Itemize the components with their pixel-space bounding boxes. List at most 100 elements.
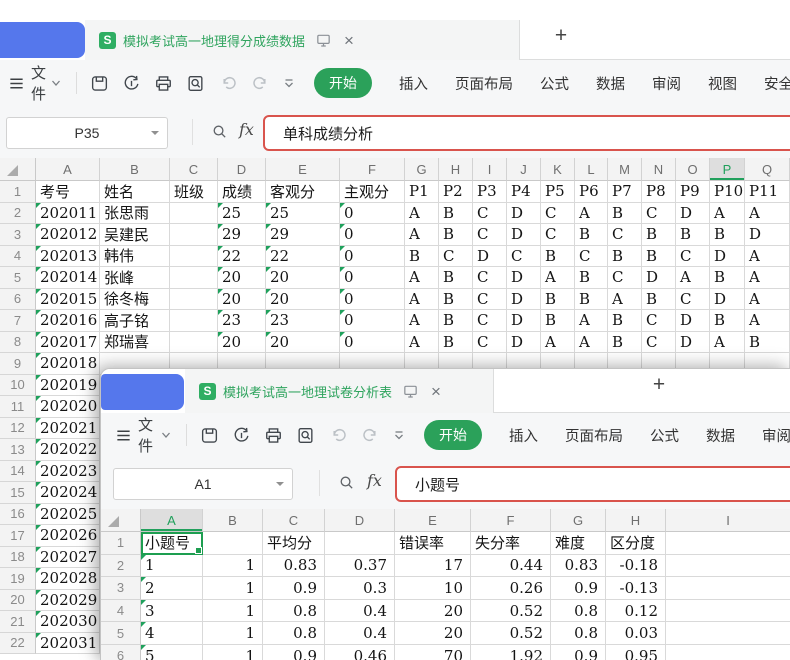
cell-C2[interactable]: 0.83 — [263, 555, 325, 578]
cell-B6[interactable]: 徐冬梅 — [100, 289, 170, 311]
row-header-16[interactable]: 16 — [0, 504, 36, 526]
hamburger-menu-icon[interactable] — [8, 75, 25, 92]
cell-G1[interactable]: 难度 — [551, 532, 606, 555]
cell-H1[interactable]: P2 — [439, 181, 473, 203]
cell-E2[interactable]: 17 — [395, 555, 471, 578]
cell-I4[interactable] — [666, 600, 790, 623]
cell-D6[interactable]: 0.46 — [325, 645, 395, 660]
column-header-Q[interactable]: Q — [745, 158, 790, 181]
cell-G4[interactable]: 0.8 — [551, 600, 606, 623]
cell-M6[interactable]: A — [608, 289, 642, 311]
column-header-K[interactable]: K — [541, 158, 575, 181]
fx-icon[interactable]: fx — [239, 120, 254, 139]
cell-F5[interactable]: 0.52 — [471, 622, 551, 645]
search-icon[interactable] — [338, 474, 355, 496]
cell-B6[interactable]: 1 — [203, 645, 263, 660]
cell-L8[interactable]: A — [575, 332, 608, 354]
cell-O2[interactable]: D — [676, 203, 710, 225]
ribbon-tab-数据[interactable]: 数据 — [706, 425, 735, 446]
cell-G5[interactable]: 0.8 — [551, 622, 606, 645]
cell-A19[interactable]: 202028 — [36, 568, 100, 590]
cell-F4[interactable]: 0.52 — [471, 600, 551, 623]
cell-H4[interactable]: 0.12 — [606, 600, 666, 623]
name-box[interactable]: P35 — [6, 117, 168, 149]
ribbon-tab-页面布局[interactable]: 页面布局 — [455, 73, 513, 94]
cell-P4[interactable]: D — [710, 246, 745, 268]
cell-K3[interactable]: C — [541, 224, 575, 246]
close-icon[interactable]: × — [431, 383, 441, 400]
cell-M7[interactable]: B — [608, 310, 642, 332]
column-header-F[interactable]: F — [471, 509, 551, 532]
cell-H3[interactable]: -0.13 — [606, 577, 666, 600]
cell-H6[interactable]: B — [439, 289, 473, 311]
cell-D2[interactable]: 0.37 — [325, 555, 395, 578]
row-header-17[interactable]: 17 — [0, 525, 36, 547]
column-header-O[interactable]: O — [676, 158, 710, 181]
cell-Q5[interactable]: A — [745, 267, 790, 289]
cell-A1[interactable]: 小题号 — [141, 532, 203, 555]
print-icon[interactable] — [154, 74, 173, 93]
ribbon-tab-插入[interactable]: 插入 — [399, 73, 428, 94]
cell-F5[interactable]: 0 — [340, 267, 405, 289]
row-header-6[interactable]: 6 — [101, 645, 141, 660]
cell-G3[interactable]: A — [405, 224, 439, 246]
row-header-4[interactable]: 4 — [101, 600, 141, 623]
cell-N6[interactable]: B — [642, 289, 676, 311]
cell-P3[interactable]: B — [710, 224, 745, 246]
cell-C2[interactable] — [170, 203, 218, 225]
undo-icon[interactable] — [220, 74, 238, 92]
row-header-5[interactable]: 5 — [101, 622, 141, 645]
cell-C5[interactable] — [170, 267, 218, 289]
cell-F3[interactable]: 0.26 — [471, 577, 551, 600]
cell-N7[interactable]: C — [642, 310, 676, 332]
column-header-C[interactable]: C — [263, 509, 325, 532]
cell-C4[interactable]: 0.8 — [263, 600, 325, 623]
cell-J6[interactable]: D — [507, 289, 541, 311]
cell-D8[interactable]: 20 — [218, 332, 266, 354]
cell-G2[interactable]: A — [405, 203, 439, 225]
cell-E3[interactable]: 29 — [266, 224, 340, 246]
column-header-P[interactable]: P — [710, 158, 745, 181]
row-header-12[interactable]: 12 — [0, 418, 36, 440]
save-icon[interactable] — [90, 74, 109, 93]
cell-I6[interactable]: C — [473, 289, 507, 311]
cell-H7[interactable]: B — [439, 310, 473, 332]
cell-B1[interactable]: 姓名 — [100, 181, 170, 203]
cell-M8[interactable]: B — [608, 332, 642, 354]
cell-B5[interactable]: 1 — [203, 622, 263, 645]
cell-H1[interactable]: 区分度 — [606, 532, 666, 555]
cell-B7[interactable]: 高子铭 — [100, 310, 170, 332]
cell-P8[interactable]: A — [710, 332, 745, 354]
cell-E6[interactable]: 70 — [395, 645, 471, 660]
name-box[interactable]: A1 — [113, 468, 293, 500]
cell-C6[interactable]: 0.9 — [263, 645, 325, 660]
cell-K4[interactable]: B — [541, 246, 575, 268]
column-header-M[interactable]: M — [608, 158, 642, 181]
cell-E1[interactable]: 客观分 — [266, 181, 340, 203]
cell-A20[interactable]: 202029 — [36, 590, 100, 612]
row-header-11[interactable]: 11 — [0, 396, 36, 418]
cell-I4[interactable]: D — [473, 246, 507, 268]
ribbon-tab-页面布局[interactable]: 页面布局 — [565, 425, 623, 446]
cell-O4[interactable]: C — [676, 246, 710, 268]
cell-Q2[interactable]: A — [745, 203, 790, 225]
ribbon-tab-审阅[interactable]: 审阅 — [652, 73, 681, 94]
cell-O3[interactable]: B — [676, 224, 710, 246]
cell-E8[interactable]: 20 — [266, 332, 340, 354]
cell-H4[interactable]: C — [439, 246, 473, 268]
cell-K8[interactable]: A — [541, 332, 575, 354]
cell-E7[interactable]: 23 — [266, 310, 340, 332]
cell-C6[interactable] — [170, 289, 218, 311]
cell-P2[interactable]: A — [710, 203, 745, 225]
column-header-H[interactable]: H — [606, 509, 666, 532]
cell-B4[interactable]: 韩伟 — [100, 246, 170, 268]
cell-L4[interactable]: C — [575, 246, 608, 268]
cell-Q4[interactable]: A — [745, 246, 790, 268]
column-header-G[interactable]: G — [551, 509, 606, 532]
chevron-down-icon[interactable] — [160, 429, 172, 441]
cell-G5[interactable]: A — [405, 267, 439, 289]
cell-A5[interactable]: 4 — [141, 622, 203, 645]
row-header-6[interactable]: 6 — [0, 289, 36, 311]
select-all-corner[interactable] — [101, 509, 141, 532]
cell-D3[interactable]: 0.3 — [325, 577, 395, 600]
